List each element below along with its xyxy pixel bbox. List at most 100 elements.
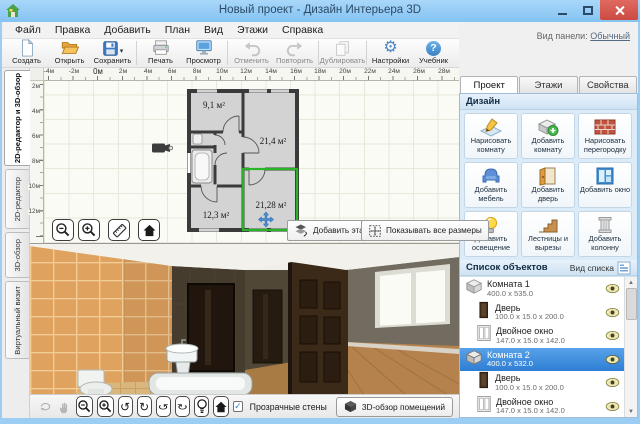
orbit-right-icon: ↻: [177, 402, 189, 411]
show-all-dimensions-button[interactable]: Показывать все размеры: [361, 220, 489, 241]
plan-canvas[interactable]: 9,1 м² 21,4 м² 21,28 м² 12,3 м² Добавить…: [44, 81, 459, 243]
visibility-eye-icon[interactable]: [605, 377, 620, 388]
title-bar: Новый проект - Дизайн Интерьера 3D: [0, 0, 640, 22]
rotate-left-button[interactable]: ↺: [118, 396, 133, 417]
rotate-ccw-icon: ↺: [120, 401, 130, 413]
home-3d-button[interactable]: [213, 396, 229, 417]
room-area-label: 21,4 м²: [260, 136, 287, 146]
tab-floors[interactable]: Этажи: [519, 76, 577, 94]
menu-floors[interactable]: Этажи: [230, 24, 275, 36]
menu-add[interactable]: Добавить: [97, 24, 157, 36]
rotate-right-button[interactable]: ↻: [137, 396, 152, 417]
rotate-360-button[interactable]: [38, 396, 53, 417]
zoom-out-3d-button[interactable]: [76, 396, 93, 417]
window-title: Новый проект - Дизайн Интерьера 3D: [0, 4, 640, 16]
design-section-header: Дизайн: [460, 94, 637, 110]
scroll-up-icon[interactable]: ▲: [628, 277, 634, 288]
minimize-icon[interactable]: [550, 0, 575, 20]
save-dropdown-arrow-icon[interactable]: ▾: [120, 47, 124, 55]
draw-room-icon: [479, 116, 503, 137]
preview-button[interactable]: Просмотр: [182, 39, 225, 67]
draw-room-button[interactable]: Нарисовать комнату: [464, 113, 518, 159]
tab-properties[interactable]: Свойства: [579, 76, 637, 94]
tab-3d-view[interactable]: 3D-обзор: [5, 232, 29, 278]
add-furniture-button[interactable]: Добавить мебель: [464, 162, 518, 208]
list-item-door1[interactable]: Дверь100.0 x 15.0 x 200.0: [460, 301, 624, 325]
pan-hand-button[interactable]: [57, 396, 72, 417]
stairs-button[interactable]: Лестницы и вырезы: [521, 211, 575, 257]
zoom-in-button[interactable]: [78, 219, 100, 241]
close-icon[interactable]: [600, 0, 638, 20]
add-column-button[interactable]: Добавить колонну: [578, 211, 632, 257]
room-3d-overview-button[interactable]: 3D-обзор помещений: [336, 397, 453, 417]
dimensions-icon: [368, 224, 382, 238]
add-window-button[interactable]: Добавить окно: [578, 162, 632, 208]
armchair-icon: [479, 165, 503, 186]
transparent-walls-checkbox[interactable]: ✓: [233, 401, 243, 412]
zoom-in-3d-button[interactable]: [97, 396, 114, 417]
vertical-ruler: 2м 4м 6м 8м 10м 12м: [30, 81, 44, 243]
visibility-eye-icon[interactable]: [605, 283, 620, 294]
tab-virtual-visit[interactable]: Виртуальный визит: [5, 281, 29, 359]
toolbar-separator: [227, 41, 228, 65]
visibility-eye-icon[interactable]: [605, 354, 620, 365]
door-icon: [476, 371, 491, 394]
viewer-3d-toolbar: ↺ ↻ ↺ ↻ ✓ Прозрачные стены 3D-обзор поме…: [30, 394, 459, 418]
visibility-eye-icon[interactable]: [605, 401, 620, 412]
visibility-eye-icon[interactable]: [605, 307, 620, 318]
orbit-left-button[interactable]: ↺: [156, 396, 171, 417]
plan-2d-view[interactable]: -4м -2м 0м 2м 4м 6м 8м 10м 12м 14м 16м 1…: [30, 68, 459, 243]
draw-partition-button[interactable]: Нарисовать перегородку: [578, 113, 632, 159]
tab-2d-editor-3d-view[interactable]: 2D-редактор и 3D-обзор: [4, 70, 30, 166]
list-item-door2[interactable]: Дверь100.0 x 15.0 x 200.0: [460, 371, 624, 395]
measure-ruler-button[interactable]: [108, 219, 130, 241]
scrollbar-thumb[interactable]: [626, 288, 637, 320]
right-panel-tabs: Проект Этажи Свойства: [459, 76, 638, 94]
printer-icon: [152, 39, 170, 57]
new-document-icon: [18, 39, 36, 57]
settings-button[interactable]: ⚙ Настройки: [369, 39, 412, 67]
room-area-label: 9,1 м²: [203, 100, 225, 110]
save-project-button[interactable]: ▾ Сохранить: [91, 39, 134, 67]
tutorial-button[interactable]: ? Учебник: [412, 39, 455, 67]
main-toolbar: Создать Открыть ▾ Сохранить Печать Прос: [2, 39, 459, 68]
tab-2d-editor[interactable]: 2D-редактор: [5, 169, 29, 229]
visibility-eye-icon[interactable]: [605, 330, 620, 341]
add-room-button[interactable]: Добавить комнату: [521, 113, 575, 159]
menu-file[interactable]: Файл: [8, 24, 48, 36]
maximize-icon[interactable]: [575, 0, 600, 20]
brick-wall-icon: [593, 116, 617, 137]
menu-view[interactable]: Вид: [197, 24, 230, 36]
app-window: Новый проект - Дизайн Интерьера 3D Файл …: [0, 0, 640, 424]
zoom-out-button[interactable]: [52, 219, 74, 241]
lighting-toggle-button[interactable]: [194, 396, 209, 417]
floor-plan[interactable]: 9,1 м² 21,4 м² 21,28 м² 12,3 м²: [186, 88, 300, 233]
open-project-button[interactable]: Открыть: [48, 39, 91, 67]
print-button[interactable]: Печать: [139, 39, 182, 67]
list-item-window1[interactable]: Двойное окно147.0 x 15.0 x 142.0: [460, 324, 624, 348]
panel-view-value-link[interactable]: Обычный: [590, 31, 630, 41]
list-view-icon[interactable]: [617, 261, 631, 275]
object-list-scrollbar[interactable]: ▲ ▼: [624, 277, 637, 417]
add-door-button[interactable]: Добавить дверь: [521, 162, 575, 208]
list-item-window2[interactable]: Двойное окно147.0 x 15.0 x 142.0: [460, 395, 624, 418]
undo-button[interactable]: Отменить: [230, 39, 273, 67]
menu-help[interactable]: Справка: [275, 24, 330, 36]
home-view-button[interactable]: [138, 219, 160, 241]
orbit-right-button[interactable]: ↻: [175, 396, 190, 417]
new-project-button[interactable]: Создать: [5, 39, 48, 67]
check-icon: ✓: [234, 402, 242, 411]
camera-viewpoint-icon[interactable]: [152, 141, 173, 160]
list-item-room2-selected[interactable]: Комната 2400.0 x 532.0: [460, 348, 624, 372]
panel-view-area: Вид панели: Обычный: [459, 22, 638, 76]
menu-edit[interactable]: Правка: [48, 24, 97, 36]
tab-project[interactable]: Проект: [460, 76, 518, 94]
redo-arrow-icon: [286, 39, 304, 57]
render-3d-view[interactable]: [30, 243, 459, 394]
duplicate-button[interactable]: Дублировать: [321, 39, 364, 67]
redo-button[interactable]: Повторить: [273, 39, 316, 67]
list-item-room1[interactable]: Комната 1400.0 x 535.0: [460, 277, 624, 301]
scroll-down-icon[interactable]: ▼: [628, 406, 634, 417]
menu-plan[interactable]: План: [158, 24, 197, 36]
double-window-icon: [476, 395, 492, 417]
